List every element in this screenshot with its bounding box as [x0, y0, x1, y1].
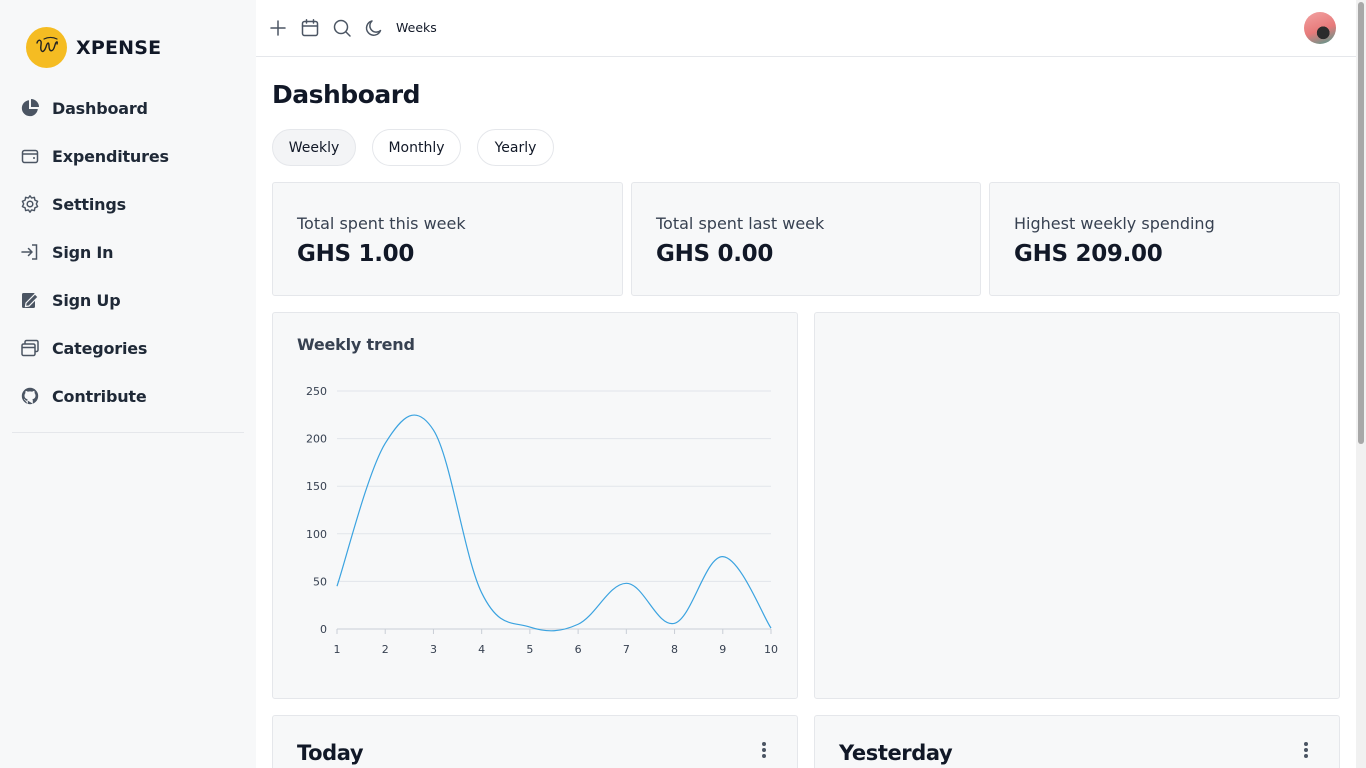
github-icon [20, 386, 40, 406]
x-tick-label: 10 [764, 643, 778, 656]
brand[interactable]: XPENSE [26, 27, 161, 68]
x-tick-label: 6 [575, 643, 582, 656]
y-tick-label: 100 [306, 528, 327, 541]
weekly-trend-chart: 0 50 100 150 200 250 1 2 3 4 5 6 7 8 9 10 [306, 385, 778, 656]
weekly-trend-card: Weekly trend 0 50 100 150 200 250 1 2 3 4 5 6 7 8 9 10 [272, 312, 798, 699]
sidebar-item-label: Sign Up [52, 290, 121, 310]
categories-icon [20, 338, 40, 358]
stat-card-this-week: Total spent this week GHS 1.00 [272, 182, 623, 296]
sidebar-item-label: Contribute [52, 386, 147, 406]
x-tick-label: 8 [671, 643, 678, 656]
sidebar-item-settings[interactable]: Settings [0, 180, 256, 228]
stat-card-highest: Highest weekly spending GHS 209.00 [989, 182, 1340, 296]
sidebar: XPENSE Dashboard Expenditures Settings S… [0, 0, 256, 768]
x-tick-label: 1 [334, 643, 341, 656]
y-tick-label: 0 [320, 623, 327, 636]
y-tick-label: 150 [306, 480, 327, 493]
sidebar-item-sign-in[interactable]: Sign In [0, 228, 256, 276]
trend-line [336, 414, 772, 632]
stat-card-last-week: Total spent last week GHS 0.00 [631, 182, 981, 296]
sidebar-nav: Dashboard Expenditures Settings Sign In … [0, 84, 256, 420]
period-label[interactable]: Weeks [396, 20, 437, 35]
sidebar-item-label: Sign In [52, 242, 114, 262]
wallet-icon [20, 146, 40, 166]
plus-icon[interactable] [268, 18, 288, 38]
stat-value: GHS 209.00 [1014, 241, 1163, 267]
x-tick-label: 3 [430, 643, 437, 656]
search-icon[interactable] [332, 18, 352, 38]
stat-value: GHS 0.00 [656, 241, 774, 267]
sidebar-item-expenditures[interactable]: Expenditures [0, 132, 256, 180]
tab-weekly[interactable]: Weekly [272, 129, 356, 166]
sidebar-item-contribute[interactable]: Contribute [0, 372, 256, 420]
stat-label: Total spent last week [656, 214, 825, 233]
sidebar-item-label: Categories [52, 338, 148, 358]
yesterday-card: Yesterday [814, 715, 1340, 768]
tab-yearly[interactable]: Yearly [477, 129, 554, 166]
tab-monthly[interactable]: Monthly [372, 129, 461, 166]
gear-icon [20, 194, 40, 214]
stat-label: Total spent this week [297, 214, 466, 233]
topbar: Weeks [256, 0, 1356, 57]
sidebar-item-categories[interactable]: Categories [0, 324, 256, 372]
empty-chart-card [814, 312, 1340, 699]
stat-label: Highest weekly spending [1014, 214, 1215, 233]
sidebar-divider [12, 432, 244, 433]
brand-name: XPENSE [76, 36, 162, 59]
avatar[interactable] [1304, 12, 1336, 44]
today-card: Today [272, 715, 798, 768]
scrollbar-thumb[interactable] [1358, 2, 1364, 444]
signup-icon [20, 290, 40, 310]
sidebar-item-label: Expenditures [52, 146, 169, 166]
page-title: Dashboard [272, 80, 420, 109]
day-card-title: Yesterday [839, 741, 953, 765]
more-options-icon[interactable] [1303, 742, 1309, 760]
sidebar-item-sign-up[interactable]: Sign Up [0, 276, 256, 324]
x-tick-label: 4 [478, 643, 485, 656]
day-card-title: Today [297, 741, 364, 765]
x-tick-label: 2 [382, 643, 389, 656]
sidebar-item-label: Settings [52, 194, 126, 214]
sidebar-item-dashboard[interactable]: Dashboard [0, 84, 256, 132]
sign-in-icon [20, 242, 40, 262]
y-tick-label: 50 [313, 575, 327, 588]
pie-chart-icon [20, 98, 40, 118]
y-tick-label: 200 [306, 433, 327, 446]
logo-icon [26, 27, 67, 68]
x-tick-label: 9 [719, 643, 726, 656]
calendar-icon[interactable] [300, 18, 320, 38]
y-tick-label: 250 [306, 385, 327, 398]
x-tick-label: 5 [526, 643, 533, 656]
x-tick-label: 7 [623, 643, 630, 656]
moon-icon[interactable] [364, 18, 384, 38]
sidebar-item-label: Dashboard [52, 98, 148, 118]
more-options-icon[interactable] [761, 742, 767, 760]
stat-value: GHS 1.00 [297, 241, 415, 267]
